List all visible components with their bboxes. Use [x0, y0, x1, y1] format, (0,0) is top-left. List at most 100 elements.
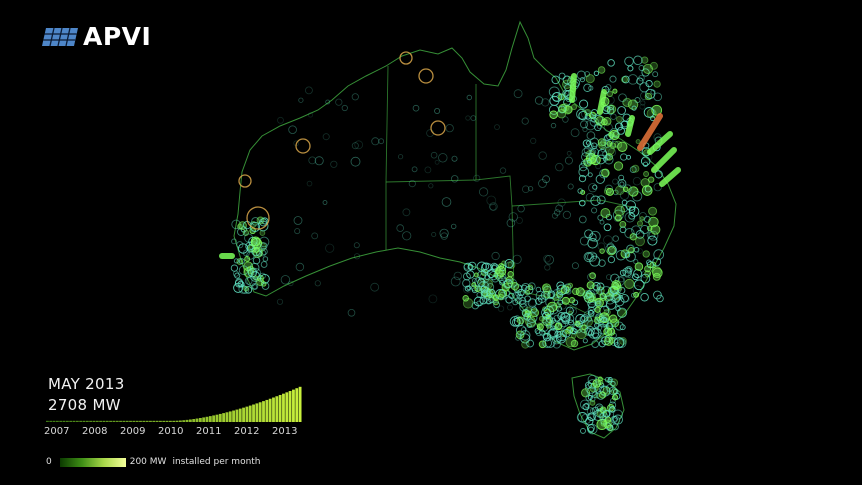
installation-marker	[619, 181, 625, 187]
year-tick-2008: 2008	[82, 426, 108, 437]
installation-marker	[576, 328, 587, 340]
installation-marker	[280, 275, 291, 285]
installation-marker	[253, 246, 260, 253]
timeline-month-bar	[175, 420, 179, 422]
capacity-column	[569, 73, 577, 103]
installation-marker	[370, 282, 380, 292]
legend-max-label: 200 MW	[129, 457, 167, 467]
timeline-month-bar	[288, 390, 292, 422]
installation-marker	[434, 159, 440, 165]
installation-marker	[607, 327, 616, 336]
timeline-month-bar	[238, 408, 242, 422]
installation-marker	[451, 175, 459, 183]
installation-marker	[306, 180, 313, 187]
timeline-month-bar	[62, 420, 66, 422]
installation-marker	[542, 284, 549, 291]
timeline-month-bar	[222, 413, 226, 422]
installation-marker	[440, 232, 448, 240]
installation-marker	[589, 272, 596, 279]
installation-marker	[599, 293, 608, 301]
installation-marker	[589, 400, 596, 406]
installation-marker	[430, 151, 438, 159]
timeline-month-bar	[112, 420, 116, 422]
installation-marker	[466, 94, 472, 101]
installation-marker	[256, 216, 265, 225]
installation-marker	[610, 113, 617, 120]
timeline-month-bar	[268, 398, 272, 422]
installation-marker	[260, 261, 268, 268]
timeline-month-bar	[159, 420, 162, 422]
timeline-month-bar	[105, 420, 109, 422]
timeline-month-bar	[252, 404, 255, 422]
installation-marker	[397, 154, 404, 160]
installation-marker	[250, 236, 261, 247]
installation-marker	[571, 104, 577, 111]
installation-marker	[653, 80, 661, 88]
installation-marker	[601, 168, 610, 178]
timeline-month-bar	[79, 420, 83, 422]
timeline-month-bar	[72, 420, 76, 422]
installation-marker	[462, 295, 469, 302]
installation-marker	[507, 271, 514, 278]
timeline-month-bar	[178, 420, 182, 422]
year-tick-2009: 2009	[120, 426, 146, 437]
installation-marker	[618, 93, 627, 103]
installation-marker	[632, 176, 642, 186]
timeline-month-bar	[92, 420, 96, 422]
timeline-month-bar	[272, 397, 275, 422]
installation-marker	[612, 178, 619, 185]
timeline-month-bar	[218, 413, 222, 422]
installation-marker	[561, 296, 570, 305]
installation-marker	[428, 183, 434, 189]
installation-marker	[488, 294, 495, 300]
installation-marker	[294, 228, 301, 235]
timeline-month-bar	[149, 420, 152, 422]
installation-marker	[614, 214, 622, 222]
timeline-month-bar	[82, 420, 86, 422]
installation-marker	[651, 266, 662, 277]
installation-marker	[614, 205, 625, 217]
installation-marker	[611, 394, 619, 401]
installation-marker	[513, 89, 523, 99]
installation-marker	[622, 97, 632, 108]
installation-marker	[604, 416, 612, 423]
timeline-month-bar	[298, 386, 302, 422]
installation-marker	[583, 83, 592, 92]
timeline-month-bar	[95, 420, 99, 422]
wa-border	[385, 65, 389, 250]
installation-marker	[453, 271, 462, 281]
installation-marker	[276, 298, 284, 305]
installation-marker	[252, 256, 261, 265]
installation-marker	[581, 324, 587, 330]
installation-marker	[581, 388, 591, 398]
timeline-month-bar	[75, 420, 79, 422]
monthly-install-timeline	[46, 386, 302, 422]
installation-marker	[607, 404, 615, 412]
legacy-installation-marker	[418, 68, 434, 84]
installation-marker	[570, 128, 580, 138]
timeline-month-bar	[145, 420, 149, 422]
installation-marker	[593, 70, 600, 76]
timeline-month-bar	[139, 420, 142, 422]
installation-marker	[371, 137, 380, 146]
installation-marker	[450, 276, 461, 287]
installation-marker	[451, 155, 458, 162]
timeline-month-bar	[65, 420, 69, 422]
installation-marker	[613, 161, 624, 171]
installation-marker	[640, 178, 650, 188]
installation-marker	[353, 242, 360, 249]
installation-marker	[473, 272, 479, 278]
installation-marker	[648, 206, 658, 216]
legend-min-label: 0	[46, 457, 52, 467]
timeline-month-bar	[132, 420, 136, 422]
year-tick-2013: 2013	[272, 426, 298, 437]
installation-marker	[516, 316, 525, 325]
installation-marker	[633, 291, 640, 298]
installation-marker	[603, 223, 612, 232]
sa-nsw-border	[511, 205, 515, 291]
installation-marker	[378, 138, 385, 145]
installation-marker	[259, 230, 266, 236]
logo-text: APVI	[83, 22, 152, 51]
installation-marker	[521, 117, 529, 125]
installation-marker	[538, 151, 547, 160]
